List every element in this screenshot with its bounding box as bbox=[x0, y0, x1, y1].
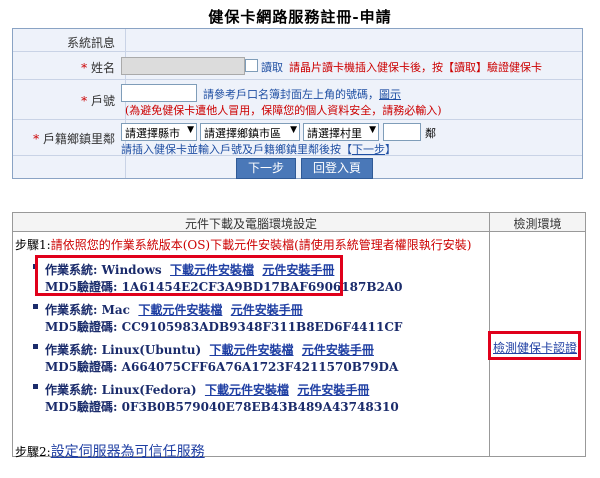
read-label[interactable]: 讀取 bbox=[261, 59, 283, 75]
md5-ubuntu: A664075CFF6A76A1723F4211570B79DA bbox=[121, 360, 399, 374]
component-download-table: 元件下載及電腦環境設定 檢測環境 步驟1:請依照您的作業系統版本(OS)下載元件… bbox=[12, 212, 586, 460]
bullet-icon bbox=[33, 344, 38, 349]
bullet-icon bbox=[33, 304, 38, 309]
name-row: * 姓名 讀取 請晶片讀卡機插入健保卡後，按【讀取】驗證健保卡 bbox=[13, 51, 582, 80]
windows-highlight-box bbox=[35, 255, 343, 296]
page-title: 健保卡網路服務註冊-申請 bbox=[208, 8, 392, 26]
city-select[interactable]: 請選擇縣市 ▼ bbox=[121, 123, 197, 141]
trusted-server-link[interactable]: 設定伺服器為可信任服務 bbox=[51, 444, 205, 460]
household-label: * 戶號 bbox=[81, 94, 115, 108]
household-input[interactable] bbox=[121, 84, 197, 102]
back-to-login-button[interactable]: 回登入頁 bbox=[301, 158, 373, 179]
system-message-row: 系統訊息 bbox=[13, 29, 582, 51]
household-row: * 戶號 請參考戶口名簿封面左上角的號碼，圖示 (為避免健保卡遭他人冒用，保障您… bbox=[13, 79, 582, 120]
download-ubuntu-link[interactable]: 下載元件安裝檔 bbox=[210, 343, 294, 357]
os-item-mac: 作業系統: Mac 下載元件安裝檔 元件安裝手冊 MD5驗證碼: CC91059… bbox=[33, 301, 403, 335]
manual-ubuntu-link[interactable]: 元件安裝手冊 bbox=[302, 343, 374, 357]
name-field[interactable] bbox=[121, 57, 245, 75]
address-label: * 戶籍鄉鎮里鄰 bbox=[33, 132, 115, 146]
household-warning: (為避免健保卡遭他人冒用，保障您的個人資料安全，請務必輸入) bbox=[125, 104, 442, 117]
button-row: 下一步 回登入頁 bbox=[13, 155, 582, 180]
manual-fedora-link[interactable]: 元件安裝手冊 bbox=[297, 383, 369, 397]
registration-form: 系統訊息 * 姓名 讀取 請晶片讀卡機插入健保卡後，按【讀取】驗證健保卡 * 戶… bbox=[12, 28, 583, 179]
os-item-ubuntu: 作業系統: Linux(Ubuntu) 下載元件安裝檔 元件安裝手冊 MD5驗證… bbox=[33, 341, 399, 375]
download-mac-link[interactable]: 下載元件安裝檔 bbox=[138, 303, 222, 317]
household-diagram-link[interactable]: 圖示 bbox=[379, 88, 401, 101]
district-select[interactable]: 請選擇鄉鎮市區 ▼ bbox=[200, 123, 300, 141]
md5-mac: CC9105983ADB9348F311B8ED6F4411CF bbox=[121, 320, 403, 334]
name-label: * 姓名 bbox=[81, 61, 115, 75]
os-item-fedora: 作業系統: Linux(Fedora) 下載元件安裝檔 元件安裝手冊 MD5驗證… bbox=[33, 381, 399, 415]
md5-fedora: 0F3B0B579040E78EB43B489A43748310 bbox=[121, 400, 399, 414]
household-hint: 請參考戶口名簿封面左上角的號碼，圖示 bbox=[203, 88, 401, 101]
manual-mac-link[interactable]: 元件安裝手冊 bbox=[231, 303, 303, 317]
check-highlight-box bbox=[488, 331, 581, 360]
address-row: * 戶籍鄉鎮里鄰 請選擇縣市 ▼ 請選擇鄉鎮市區 ▼ 請選擇村里 ▼ 鄰 請插入健保卡… bbox=[13, 119, 582, 156]
name-hint: 請晶片讀卡機插入健保卡後，按【讀取】驗證健保卡 bbox=[289, 61, 542, 74]
step1-text: 步驟1:請依照您的作業系統版本(OS)下載元件安裝檔(請使用系統管理者權限執行安… bbox=[15, 238, 472, 252]
read-checkbox[interactable] bbox=[245, 59, 258, 72]
system-message-label: 系統訊息 bbox=[66, 36, 115, 50]
bullet-icon bbox=[33, 384, 38, 389]
header-component-download: 元件下載及電腦環境設定 bbox=[184, 217, 317, 231]
header-check-environment: 檢測環境 bbox=[513, 217, 562, 231]
next-button[interactable]: 下一步 bbox=[236, 158, 296, 179]
neighbor-input[interactable] bbox=[383, 123, 421, 141]
neighbor-unit: 鄰 bbox=[425, 127, 436, 140]
step2-text: 步驟2:設定伺服器為可信任服務 bbox=[15, 444, 205, 460]
download-fedora-link[interactable]: 下載元件安裝檔 bbox=[205, 383, 289, 397]
village-select[interactable]: 請選擇村里 ▼ bbox=[303, 123, 379, 141]
